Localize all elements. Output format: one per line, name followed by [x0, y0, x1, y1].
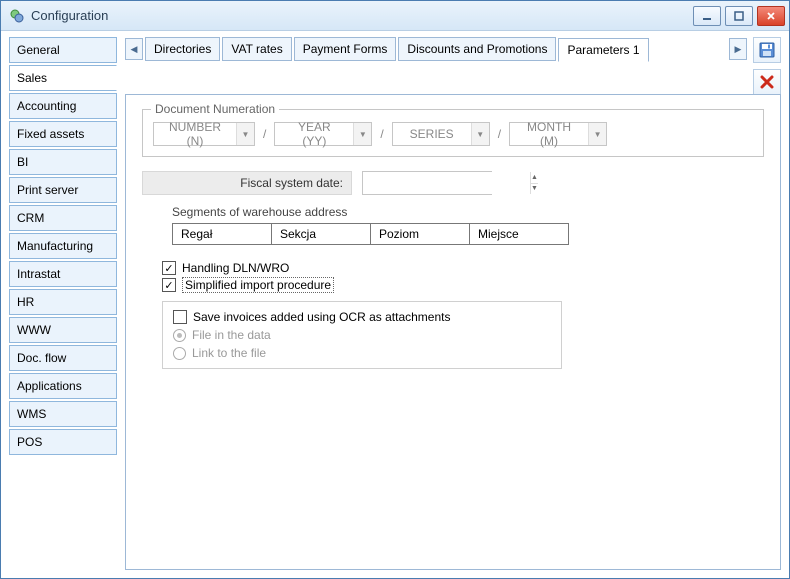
chevron-down-icon: ▼	[236, 123, 254, 145]
tab-content: Document Numeration NUMBER (N) ▼ / YEAR …	[125, 94, 781, 570]
chevron-down-icon: ▼	[353, 123, 371, 145]
minimize-button[interactable]	[693, 6, 721, 26]
wh-cell-0[interactable]: Regał	[172, 223, 272, 245]
sidebar-item-general[interactable]: General	[9, 37, 117, 63]
check-dln-wro[interactable]: ✓ Handling DLN/WRO	[162, 261, 764, 275]
check-label: Simplified import procedure	[182, 277, 334, 293]
delete-button[interactable]	[753, 69, 781, 95]
radio-label: Link to the file	[192, 346, 266, 360]
spinner-up[interactable]: ▲	[531, 172, 538, 184]
radio-icon	[173, 329, 186, 342]
fiscal-date-field[interactable]	[363, 172, 530, 194]
wh-cell-2[interactable]: Poziom	[370, 223, 470, 245]
check-simplified-import[interactable]: ✓ Simplified import procedure	[162, 277, 764, 293]
fiscal-date-row: Fiscal system date: ▲ ▼	[142, 171, 764, 195]
tab-payment-forms[interactable]: Payment Forms	[294, 37, 397, 61]
sidebar-item-sales[interactable]: Sales	[9, 65, 117, 91]
checkbox-icon: ✓	[162, 261, 176, 275]
checkbox-icon	[173, 310, 187, 324]
app-icon	[9, 8, 25, 24]
check-label: Handling DLN/WRO	[182, 261, 289, 275]
check-ocr-save[interactable]: Save invoices added using OCR as attachm…	[173, 310, 551, 324]
chevron-down-icon: ▼	[471, 123, 489, 145]
radio-label: File in the data	[192, 328, 271, 342]
sidebar-item-pos[interactable]: POS	[9, 429, 117, 455]
right-tools	[753, 37, 781, 95]
close-button[interactable]	[757, 6, 785, 26]
sidebar-item-applications[interactable]: Applications	[9, 373, 117, 399]
wh-cell-1[interactable]: Sekcja	[271, 223, 371, 245]
fiscal-date-label: Fiscal system date:	[142, 171, 352, 195]
sidebar-item-print-server[interactable]: Print server	[9, 177, 117, 203]
sidebar-item-fixed-assets[interactable]: Fixed assets	[9, 121, 117, 147]
sidebar-item-www[interactable]: WWW	[9, 317, 117, 343]
tabs-scroll-right[interactable]: ▶	[729, 38, 747, 60]
tabstrip: ◀ Directories VAT rates Payment Forms Di…	[125, 37, 747, 61]
check-label: Save invoices added using OCR as attachm…	[193, 310, 450, 324]
sidebar-item-manufacturing[interactable]: Manufacturing	[9, 233, 117, 259]
separator: /	[498, 127, 501, 141]
config-window: Configuration General Sales Accounting F…	[0, 0, 790, 579]
window-buttons	[693, 6, 785, 26]
separator: /	[380, 127, 383, 141]
warehouse-segments: Segments of warehouse address Regał Sekc…	[172, 205, 764, 245]
sidebar-item-bi[interactable]: BI	[9, 149, 117, 175]
radio-link-to-file: Link to the file	[173, 346, 551, 360]
tab-discounts[interactable]: Discounts and Promotions	[398, 37, 556, 61]
titlebar: Configuration	[1, 1, 789, 31]
warehouse-title: Segments of warehouse address	[172, 205, 764, 219]
sidebar-item-accounting[interactable]: Accounting	[9, 93, 117, 119]
spinner-down[interactable]: ▼	[531, 184, 538, 195]
tabs-scroll-left[interactable]: ◀	[125, 38, 143, 60]
document-numeration-group: Document Numeration NUMBER (N) ▼ / YEAR …	[142, 109, 764, 157]
radio-icon	[173, 347, 186, 360]
num-part-series[interactable]: SERIES ▼	[392, 122, 490, 146]
ocr-group: Save invoices added using OCR as attachm…	[162, 301, 562, 369]
checkbox-icon: ✓	[162, 278, 176, 292]
maximize-button[interactable]	[725, 6, 753, 26]
fiscal-date-input[interactable]: ▲ ▼	[362, 171, 492, 195]
num-part-year[interactable]: YEAR (YY) ▼	[274, 122, 372, 146]
wh-cell-3[interactable]: Miejsce	[469, 223, 569, 245]
window-title: Configuration	[31, 8, 693, 23]
num-part-month[interactable]: MONTH (M) ▼	[509, 122, 607, 146]
radio-file-in-data: File in the data	[173, 328, 551, 342]
save-button[interactable]	[753, 37, 781, 63]
chevron-down-icon: ▼	[588, 123, 606, 145]
group-title: Document Numeration	[151, 102, 279, 116]
body: General Sales Accounting Fixed assets BI…	[1, 31, 789, 578]
tab-parameters-1[interactable]: Parameters 1	[558, 38, 648, 62]
main: ◀ Directories VAT rates Payment Forms Di…	[125, 37, 781, 570]
sidebar-item-docflow[interactable]: Doc. flow	[9, 345, 117, 371]
sidebar-item-crm[interactable]: CRM	[9, 205, 117, 231]
tab-vat-rates[interactable]: VAT rates	[222, 37, 291, 61]
sidebar-item-wms[interactable]: WMS	[9, 401, 117, 427]
sidebar: General Sales Accounting Fixed assets BI…	[9, 37, 117, 570]
sidebar-item-intrastat[interactable]: Intrastat	[9, 261, 117, 287]
separator: /	[263, 127, 266, 141]
num-part-number[interactable]: NUMBER (N) ▼	[153, 122, 255, 146]
tab-directories[interactable]: Directories	[145, 37, 220, 61]
sidebar-item-hr[interactable]: HR	[9, 289, 117, 315]
